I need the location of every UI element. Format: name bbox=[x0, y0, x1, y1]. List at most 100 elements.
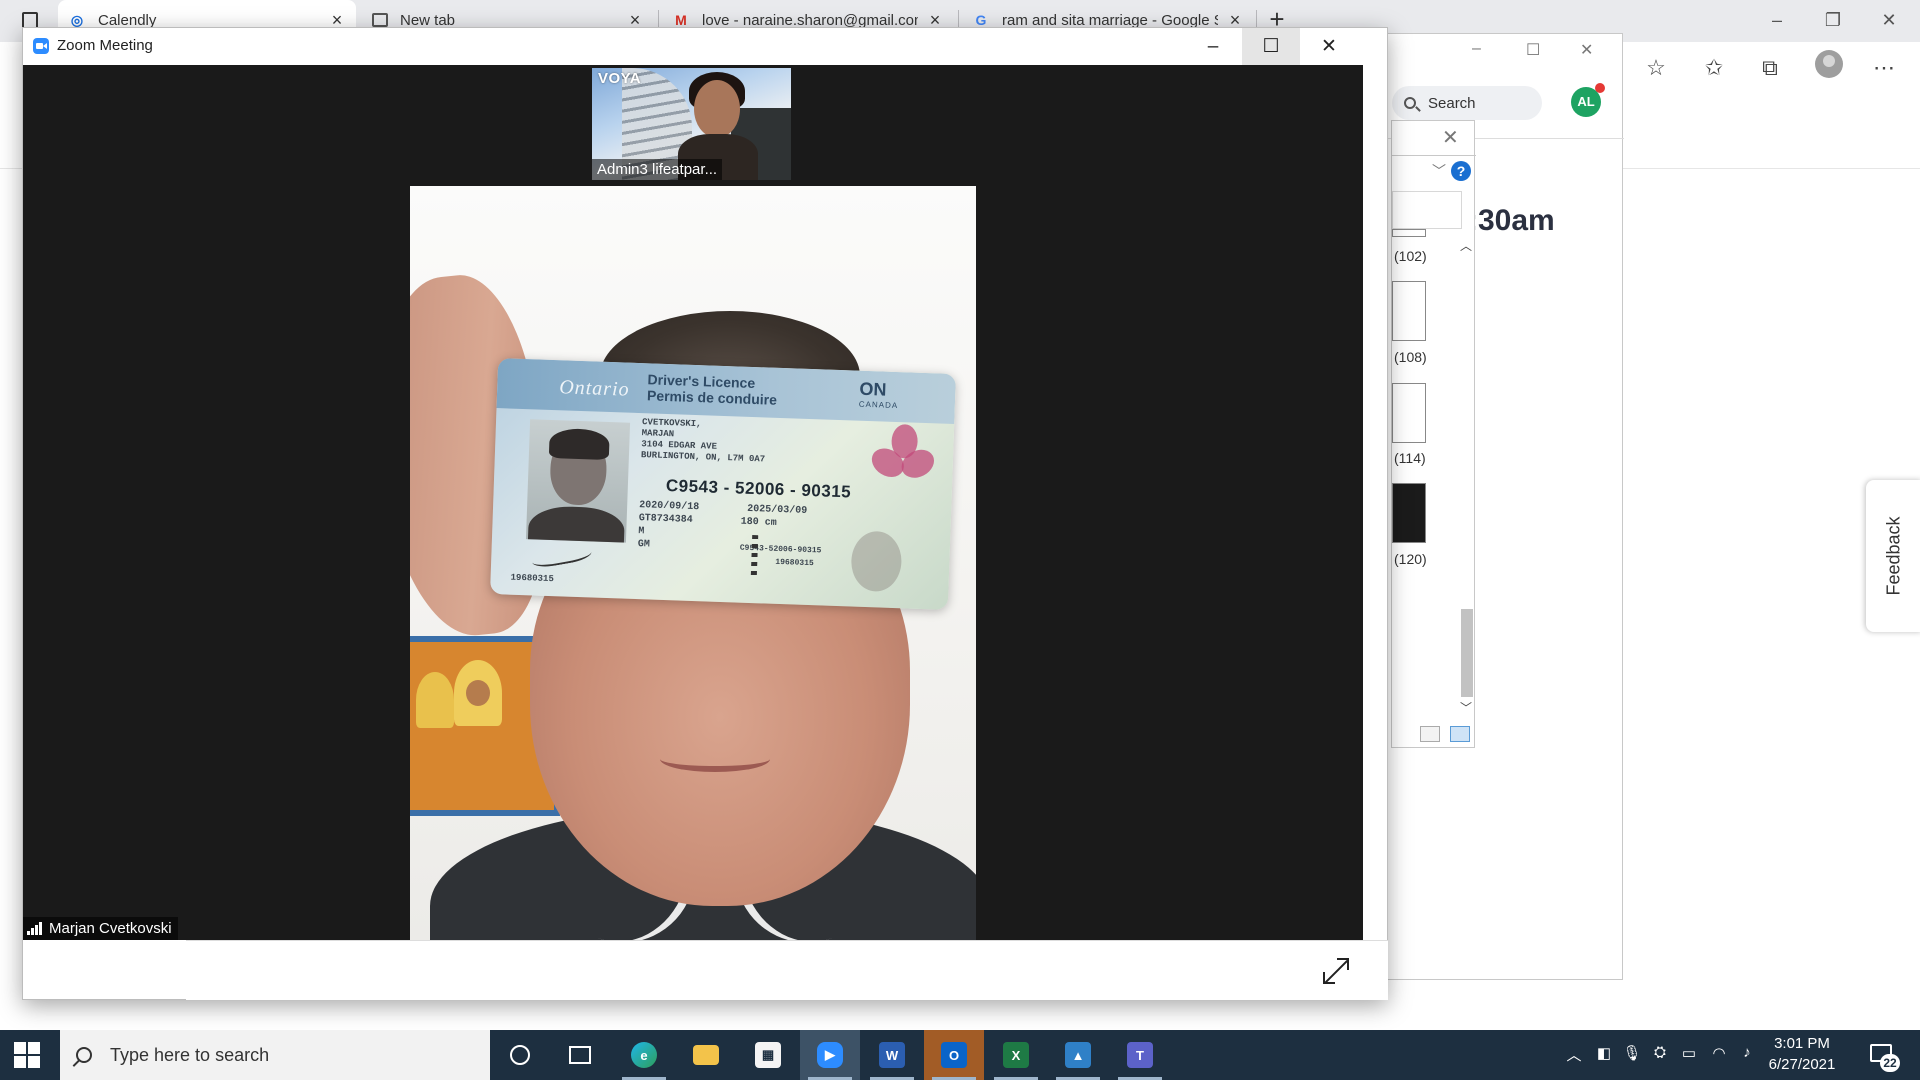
thumbnail-count: (120) bbox=[1394, 551, 1427, 567]
clock-time: 3:01 PM bbox=[1774, 1035, 1830, 1052]
windows-taskbar: Type here to search e ▦ ▶ W O X ▲ T ︿ ◧ … bbox=[0, 1030, 1920, 1080]
edge-icon: e bbox=[631, 1042, 657, 1068]
file-explorer-icon bbox=[693, 1045, 719, 1065]
zoom-window-title: Zoom Meeting bbox=[57, 37, 153, 54]
zoom-logo-icon bbox=[33, 38, 49, 54]
participant-face bbox=[694, 80, 740, 138]
card-code-text: ON bbox=[859, 378, 887, 400]
list-view-icon[interactable] bbox=[1420, 726, 1440, 742]
microphone-icon[interactable]: 🎙︎ bbox=[1621, 1044, 1643, 1062]
taskbar-photos[interactable]: ▲ bbox=[1048, 1030, 1108, 1080]
browser-minimize-icon[interactable]: – bbox=[1754, 4, 1800, 36]
favorites-icon[interactable]: ✩ bbox=[1696, 50, 1732, 86]
search-icon bbox=[76, 1047, 92, 1063]
camera-icon[interactable]: ◧ bbox=[1593, 1044, 1615, 1062]
zoom-close-icon[interactable]: ✕ bbox=[1300, 28, 1358, 65]
thumbnail-view-icon[interactable] bbox=[1450, 726, 1470, 742]
speaker-thumbnail[interactable]: VOYA Admin3 lifeatpar... bbox=[592, 68, 791, 180]
clock-date: 6/27/2021 bbox=[1768, 1056, 1836, 1073]
taskbar-search-box[interactable]: Type here to search bbox=[60, 1030, 490, 1080]
panel-scrollbar[interactable]: ︿ ﹀ bbox=[1458, 237, 1474, 717]
card-licence-number: C9543 - 52006 - 90315 bbox=[665, 476, 852, 502]
photos-icon: ▲ bbox=[1065, 1042, 1091, 1068]
taskbar-zoom[interactable]: ▶ bbox=[800, 1030, 860, 1080]
browser-close-icon[interactable]: ✕ bbox=[1866, 4, 1912, 36]
teams-icon: T bbox=[1127, 1042, 1153, 1068]
taskbar-store[interactable]: ▦ bbox=[738, 1030, 798, 1080]
poster-figure bbox=[416, 672, 454, 728]
taskbar-clock[interactable]: 3:01 PM 6/27/2021 bbox=[1752, 1033, 1852, 1075]
outlook-search-box[interactable]: Search bbox=[1392, 86, 1542, 120]
cortana-icon bbox=[510, 1045, 530, 1065]
taskbar-search-placeholder: Type here to search bbox=[110, 1044, 270, 1065]
card-dot-pattern bbox=[750, 535, 759, 580]
outlook-close-icon[interactable]: ✕ bbox=[1580, 40, 1593, 60]
self-view-name-label: Marjan Cvetkovski bbox=[23, 917, 178, 940]
video-stage: VOYA Admin3 lifeatpar... Ontario Driver'… bbox=[23, 65, 1363, 940]
panel-close-icon[interactable]: ✕ bbox=[1442, 125, 1459, 150]
windows-start-icon[interactable] bbox=[14, 1042, 40, 1068]
expand-icon[interactable] bbox=[1323, 958, 1349, 985]
wifi-icon[interactable]: ◠ bbox=[1708, 1044, 1730, 1062]
battery-icon[interactable]: ▭ bbox=[1678, 1044, 1700, 1062]
page-thumbnail[interactable] bbox=[1392, 281, 1426, 341]
scroll-thumb[interactable] bbox=[1461, 609, 1473, 697]
thumbnail-count: (114) bbox=[1394, 450, 1426, 466]
word-icon: W bbox=[879, 1042, 905, 1068]
outlook-avatar[interactable]: AL bbox=[1571, 83, 1605, 117]
tab-title: New tab bbox=[400, 11, 456, 29]
zoom-window: Zoom Meeting – ☐ ✕ VOYA Admin3 lifeatpar… bbox=[22, 27, 1388, 1000]
task-view-button[interactable] bbox=[550, 1030, 610, 1080]
browser-restore-icon[interactable]: ❐ bbox=[1810, 4, 1856, 36]
device-icon[interactable]: ⛭ bbox=[1649, 1044, 1671, 1061]
trillium-icon bbox=[866, 423, 939, 484]
card-ghost-photo bbox=[850, 530, 903, 593]
card-expiry: 2025/03/09 bbox=[746, 503, 808, 517]
photo-hair bbox=[548, 427, 610, 460]
outlook-minimize-icon[interactable]: – bbox=[1472, 40, 1481, 58]
chevron-down-icon[interactable]: ﹀ bbox=[1432, 161, 1446, 181]
page-thumbnail[interactable] bbox=[1392, 383, 1426, 443]
zoom-titlebar: Zoom Meeting – ☐ ✕ bbox=[23, 28, 1387, 65]
taskbar-outlook[interactable]: O bbox=[924, 1030, 984, 1080]
expand-icon-arrow bbox=[1323, 972, 1335, 984]
help-icon[interactable]: ? bbox=[1451, 161, 1471, 181]
taskbar-word[interactable]: W bbox=[862, 1030, 922, 1080]
cortana-button[interactable] bbox=[490, 1030, 550, 1080]
outlook-search-label: Search bbox=[1428, 94, 1476, 112]
photo-body bbox=[527, 505, 626, 543]
card-reference: 19680315 bbox=[510, 572, 554, 585]
search-icon bbox=[1404, 97, 1416, 109]
card-province: Ontario bbox=[558, 376, 630, 401]
profile-icon[interactable] bbox=[1815, 50, 1843, 78]
card-holder-fields: CVETKOVSKI, MARJAN 3104 EDGAR AVE BURLIN… bbox=[641, 417, 832, 468]
card-country: CANADA bbox=[858, 399, 899, 411]
notification-center-button[interactable]: 22 bbox=[1868, 1040, 1902, 1072]
scroll-down-icon[interactable]: ﹀ bbox=[1460, 699, 1472, 716]
card-signature bbox=[530, 541, 593, 570]
participant-name: Marjan Cvetkovski bbox=[49, 920, 172, 937]
taskbar-edge[interactable]: e bbox=[614, 1030, 674, 1080]
excel-icon: X bbox=[1003, 1042, 1029, 1068]
page-thumbnail[interactable] bbox=[1392, 483, 1426, 543]
taskbar-teams[interactable]: T bbox=[1110, 1030, 1170, 1080]
person-mouth bbox=[660, 746, 770, 772]
card-province-code: ON CANADA bbox=[859, 379, 899, 410]
taskbar-file-explorer[interactable] bbox=[676, 1030, 736, 1080]
card-height: 180 cm bbox=[740, 516, 777, 529]
more-menu-icon[interactable]: ⋯ bbox=[1866, 50, 1902, 86]
zoom-minimize-icon[interactable]: – bbox=[1184, 28, 1242, 65]
feedback-button[interactable]: Feedback bbox=[1866, 480, 1920, 632]
chevron-up-icon[interactable]: ︿ bbox=[1563, 1044, 1585, 1065]
collections-icon[interactable]: ⧉ bbox=[1752, 50, 1788, 86]
panel-divider bbox=[1392, 155, 1476, 156]
add-favorite-icon[interactable]: ☆ bbox=[1638, 50, 1674, 86]
page-thumbnail[interactable] bbox=[1392, 229, 1426, 237]
zoom-maximize-icon[interactable]: ☐ bbox=[1242, 28, 1300, 65]
scroll-up-icon[interactable]: ︿ bbox=[1460, 237, 1472, 254]
panel-input[interactable] bbox=[1392, 191, 1462, 229]
task-view-icon bbox=[569, 1046, 591, 1064]
newtab-icon bbox=[372, 13, 388, 27]
taskbar-excel[interactable]: X bbox=[986, 1030, 1046, 1080]
outlook-maximize-icon[interactable]: ☐ bbox=[1526, 40, 1540, 60]
